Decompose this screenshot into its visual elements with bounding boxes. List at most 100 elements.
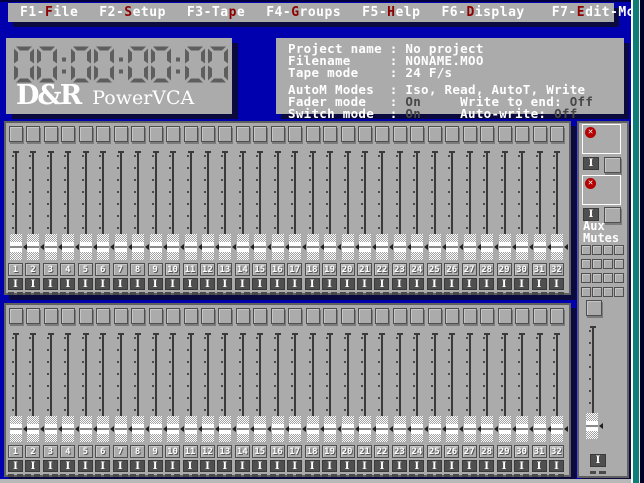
- aux-mute-button[interactable]: [614, 287, 624, 297]
- iso-button[interactable]: I: [549, 460, 564, 472]
- channel-number-button[interactable]: 29: [497, 445, 512, 458]
- iso-button[interactable]: I: [514, 460, 529, 472]
- channel-number-button[interactable]: 2: [25, 263, 40, 276]
- channel-select-button[interactable]: [375, 126, 389, 142]
- menu-item-f3-tape[interactable]: F3-Tape: [187, 5, 245, 20]
- menu-item-f6-display[interactable]: F6-Display: [441, 5, 524, 20]
- iso-button[interactable]: I: [148, 460, 163, 472]
- fader-knob[interactable]: [516, 234, 528, 260]
- channel-select-button[interactable]: [114, 308, 128, 324]
- iso-button[interactable]: I: [200, 278, 215, 290]
- fader-knob[interactable]: [167, 416, 179, 442]
- fader-knob[interactable]: [324, 234, 336, 260]
- channel-number-button[interactable]: 16: [270, 263, 285, 276]
- fader-knob[interactable]: [429, 416, 441, 442]
- fader-knob[interactable]: [324, 416, 336, 442]
- channel-select-button[interactable]: [236, 308, 250, 324]
- iso-button[interactable]: I: [235, 278, 250, 290]
- channel-number-button[interactable]: 14: [235, 445, 250, 458]
- iso-button[interactable]: I: [95, 278, 110, 290]
- menu-item-f2-setup[interactable]: F2-Setup: [99, 5, 166, 20]
- iso-button[interactable]: I: [427, 278, 442, 290]
- iso-button[interactable]: I: [113, 278, 128, 290]
- channel-select-button[interactable]: [131, 126, 145, 142]
- channel-number-button[interactable]: 5: [78, 263, 93, 276]
- aux-mute-button[interactable]: [603, 273, 613, 283]
- channel-select-button[interactable]: [358, 308, 372, 324]
- channel-number-button[interactable]: 30: [514, 445, 529, 458]
- channel-select-button[interactable]: [271, 308, 285, 324]
- channel-select-button[interactable]: [358, 126, 372, 142]
- channel-select-button[interactable]: [306, 126, 320, 142]
- fader-knob[interactable]: [464, 234, 476, 260]
- group-select-button-1[interactable]: [604, 157, 621, 173]
- channel-number-button[interactable]: 28: [479, 263, 494, 276]
- fader-knob[interactable]: [411, 416, 423, 442]
- channel-number-button[interactable]: 22: [374, 263, 389, 276]
- channel-number-button[interactable]: 26: [444, 445, 459, 458]
- iso-button[interactable]: I: [148, 278, 163, 290]
- channel-number-button[interactable]: 10: [165, 263, 180, 276]
- iso-button[interactable]: I: [43, 278, 58, 290]
- iso-button[interactable]: I: [392, 460, 407, 472]
- iso-button[interactable]: I: [497, 460, 512, 472]
- channel-select-button[interactable]: [341, 308, 355, 324]
- fader-knob[interactable]: [132, 416, 144, 442]
- channel-select-button[interactable]: [253, 308, 267, 324]
- iso-button[interactable]: I: [374, 460, 389, 472]
- channel-number-button[interactable]: 31: [532, 263, 547, 276]
- channel-select-button[interactable]: [201, 308, 215, 324]
- fader-knob[interactable]: [150, 234, 162, 260]
- menu-item-f1-file[interactable]: F1-File: [20, 5, 78, 20]
- channel-select-button[interactable]: [480, 126, 494, 142]
- aux-mute-button[interactable]: [592, 273, 602, 283]
- channel-select-button[interactable]: [166, 308, 180, 324]
- channel-number-button[interactable]: 15: [252, 263, 267, 276]
- menu-item-f5-help[interactable]: F5-Help: [362, 5, 420, 20]
- fader-knob[interactable]: [481, 416, 493, 442]
- channel-number-button[interactable]: 21: [357, 445, 372, 458]
- channel-number-button[interactable]: 19: [322, 263, 337, 276]
- channel-select-button[interactable]: [428, 126, 442, 142]
- fader-knob[interactable]: [411, 234, 423, 260]
- channel-select-button[interactable]: [323, 126, 337, 142]
- channel-number-button[interactable]: 21: [357, 263, 372, 276]
- channel-select-button[interactable]: [288, 308, 302, 324]
- iso-button[interactable]: I: [217, 460, 232, 472]
- fader-knob[interactable]: [499, 234, 511, 260]
- channel-select-button[interactable]: [79, 308, 93, 324]
- aux-mute-button[interactable]: [581, 259, 591, 269]
- channel-select-button[interactable]: [533, 308, 547, 324]
- channel-number-button[interactable]: 14: [235, 263, 250, 276]
- iso-button[interactable]: I: [340, 278, 355, 290]
- fader-knob[interactable]: [254, 416, 266, 442]
- fader-knob[interactable]: [446, 416, 458, 442]
- iso-button[interactable]: I: [8, 278, 23, 290]
- fader-knob[interactable]: [115, 416, 127, 442]
- aux-mute-button[interactable]: [592, 259, 602, 269]
- channel-number-button[interactable]: 25: [427, 445, 442, 458]
- channel-number-button[interactable]: 30: [514, 263, 529, 276]
- channel-number-button[interactable]: 12: [200, 263, 215, 276]
- channel-select-button[interactable]: [480, 308, 494, 324]
- fader-knob[interactable]: [185, 416, 197, 442]
- channel-select-button[interactable]: [498, 308, 512, 324]
- channel-select-button[interactable]: [463, 308, 477, 324]
- aux-mute-button[interactable]: [592, 287, 602, 297]
- channel-number-button[interactable]: 6: [95, 263, 110, 276]
- channel-number-button[interactable]: 25: [427, 263, 442, 276]
- iso-button[interactable]: I: [8, 460, 23, 472]
- iso-button[interactable]: I: [95, 460, 110, 472]
- iso-button[interactable]: I: [270, 460, 285, 472]
- channel-select-button[interactable]: [253, 126, 267, 142]
- channel-select-button[interactable]: [61, 308, 75, 324]
- aux-mute-button[interactable]: [592, 245, 602, 255]
- master-select-button[interactable]: [586, 300, 602, 316]
- channel-number-button[interactable]: 7: [113, 445, 128, 458]
- fader-knob[interactable]: [307, 416, 319, 442]
- channel-number-button[interactable]: 18: [305, 263, 320, 276]
- channel-select-button[interactable]: [323, 308, 337, 324]
- channel-select-button[interactable]: [149, 308, 163, 324]
- fader-knob[interactable]: [394, 416, 406, 442]
- iso-button[interactable]: I: [130, 278, 145, 290]
